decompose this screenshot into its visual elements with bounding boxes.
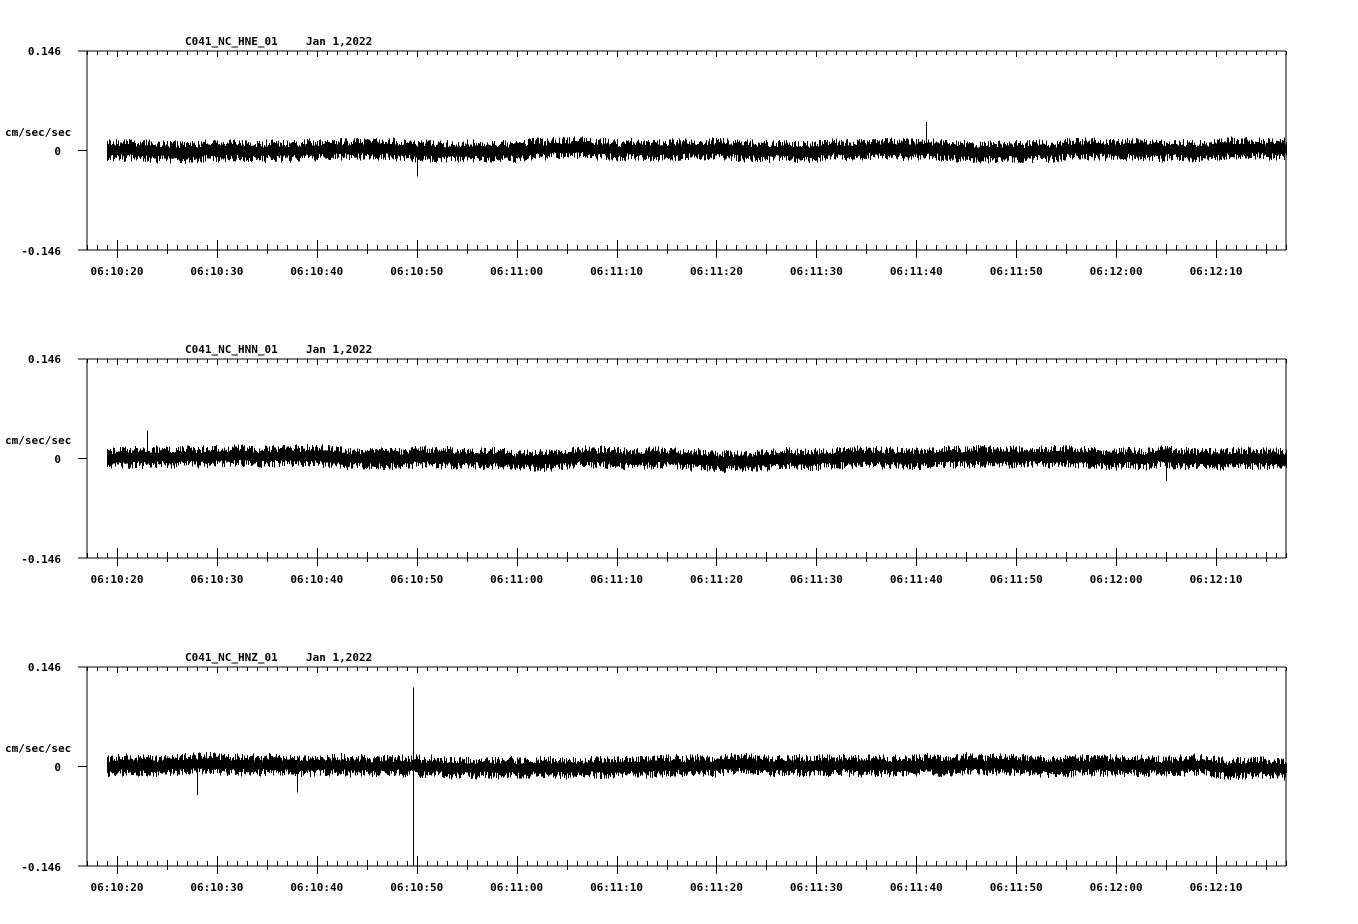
panel-title-date: Jan 1,2022 — [306, 651, 372, 664]
x-tick-label: 06:10:40 — [290, 573, 343, 586]
x-axis-tick-labels: 06:10:20 06:10:30 06:10:40 06:10:50 06:11:00… — [90, 573, 1242, 586]
x-tick-label: 06:10:20 — [90, 573, 143, 586]
y-tick-label-zero: 0 — [54, 761, 61, 774]
x-tick-label: 06:10:20 — [90, 881, 143, 894]
x-tick-label: 06:11:00 — [490, 265, 543, 278]
waveform-trace — [107, 121, 1287, 177]
x-tick-label: 06:12:10 — [1190, 881, 1243, 894]
waveform-trace — [107, 430, 1287, 481]
panel-title-station: C041_NC_HNZ_01 — [185, 651, 278, 664]
x-tick-label: 06:10:50 — [390, 265, 443, 278]
x-tick-label: 06:11:10 — [590, 881, 643, 894]
x-tick-label: 06:10:30 — [190, 573, 243, 586]
x-tick-label: 06:11:00 — [490, 881, 543, 894]
seismogram-panel-hnn: C041_NC_HNN_01 Jan 1,2022 cm/sec/sec 0.1… — [5, 343, 1287, 586]
y-tick-label-zero: 0 — [54, 145, 61, 158]
y-tick-label-max: 0.146 — [28, 661, 61, 674]
x-tick-label: 06:11:30 — [790, 265, 843, 278]
x-tick-label: 06:11:20 — [690, 881, 743, 894]
x-tick-label: 06:12:00 — [1090, 573, 1143, 586]
x-tick-label: 06:11:50 — [990, 265, 1043, 278]
x-tick-label: 06:10:40 — [290, 265, 343, 278]
x-tick-label: 06:10:30 — [190, 881, 243, 894]
x-tick-label: 06:11:20 — [690, 265, 743, 278]
x-tick-label: 06:10:50 — [390, 881, 443, 894]
waveform-trace — [107, 687, 1287, 866]
x-tick-label: 06:12:10 — [1190, 265, 1243, 278]
panel-title-date: Jan 1,2022 — [306, 343, 372, 356]
y-tick-label-max: 0.146 — [28, 45, 61, 58]
y-tick-label-min: -0.146 — [21, 553, 61, 566]
seismogram-panel-hne: C041_NC_HNE_01 Jan 1,2022 cm/sec/sec 0.1… — [5, 35, 1287, 278]
y-axis-label: cm/sec/sec — [5, 742, 71, 755]
x-tick-label: 06:11:40 — [890, 881, 943, 894]
panel-title-station: C041_NC_HNE_01 — [185, 35, 278, 48]
y-axis-label: cm/sec/sec — [5, 434, 71, 447]
x-tick-label: 06:12:00 — [1090, 265, 1143, 278]
x-axis-tick-labels: 06:10:20 06:10:30 06:10:40 06:10:50 06:11:00… — [90, 265, 1242, 278]
x-tick-label: 06:11:20 — [690, 573, 743, 586]
seismogram-panel-hnz: C041_NC_HNZ_01 Jan 1,2022 cm/sec/sec 0.1… — [5, 651, 1287, 894]
x-tick-label: 06:10:30 — [190, 265, 243, 278]
x-tick-label: 06:12:00 — [1090, 881, 1143, 894]
y-tick-label-min: -0.146 — [21, 245, 61, 258]
seismogram-figure: C041_NC_HNE_01 Jan 1,2022 cm/sec/sec 0.1… — [5, 35, 1287, 894]
y-tick-label-zero: 0 — [54, 453, 61, 466]
x-tick-label: 06:11:10 — [590, 265, 643, 278]
x-tick-label: 06:11:50 — [990, 881, 1043, 894]
x-axis-tick-labels: 06:10:20 06:10:30 06:10:40 06:10:50 06:11:00… — [90, 881, 1242, 894]
y-tick-label-max: 0.146 — [28, 353, 61, 366]
panel-title-station: C041_NC_HNN_01 — [185, 343, 278, 356]
panel-title-date: Jan 1,2022 — [306, 35, 372, 48]
x-tick-label: 06:11:40 — [890, 573, 943, 586]
x-tick-label: 06:11:50 — [990, 573, 1043, 586]
x-tick-label: 06:10:50 — [390, 573, 443, 586]
y-tick-label-min: -0.146 — [21, 861, 61, 874]
x-tick-label: 06:11:00 — [490, 573, 543, 586]
x-tick-label: 06:11:10 — [590, 573, 643, 586]
x-tick-label: 06:12:10 — [1190, 573, 1243, 586]
x-tick-label: 06:10:40 — [290, 881, 343, 894]
y-axis-label: cm/sec/sec — [5, 126, 71, 139]
x-tick-label: 06:11:30 — [790, 881, 843, 894]
x-tick-label: 06:11:40 — [890, 265, 943, 278]
x-tick-label: 06:10:20 — [90, 265, 143, 278]
x-tick-label: 06:11:30 — [790, 573, 843, 586]
